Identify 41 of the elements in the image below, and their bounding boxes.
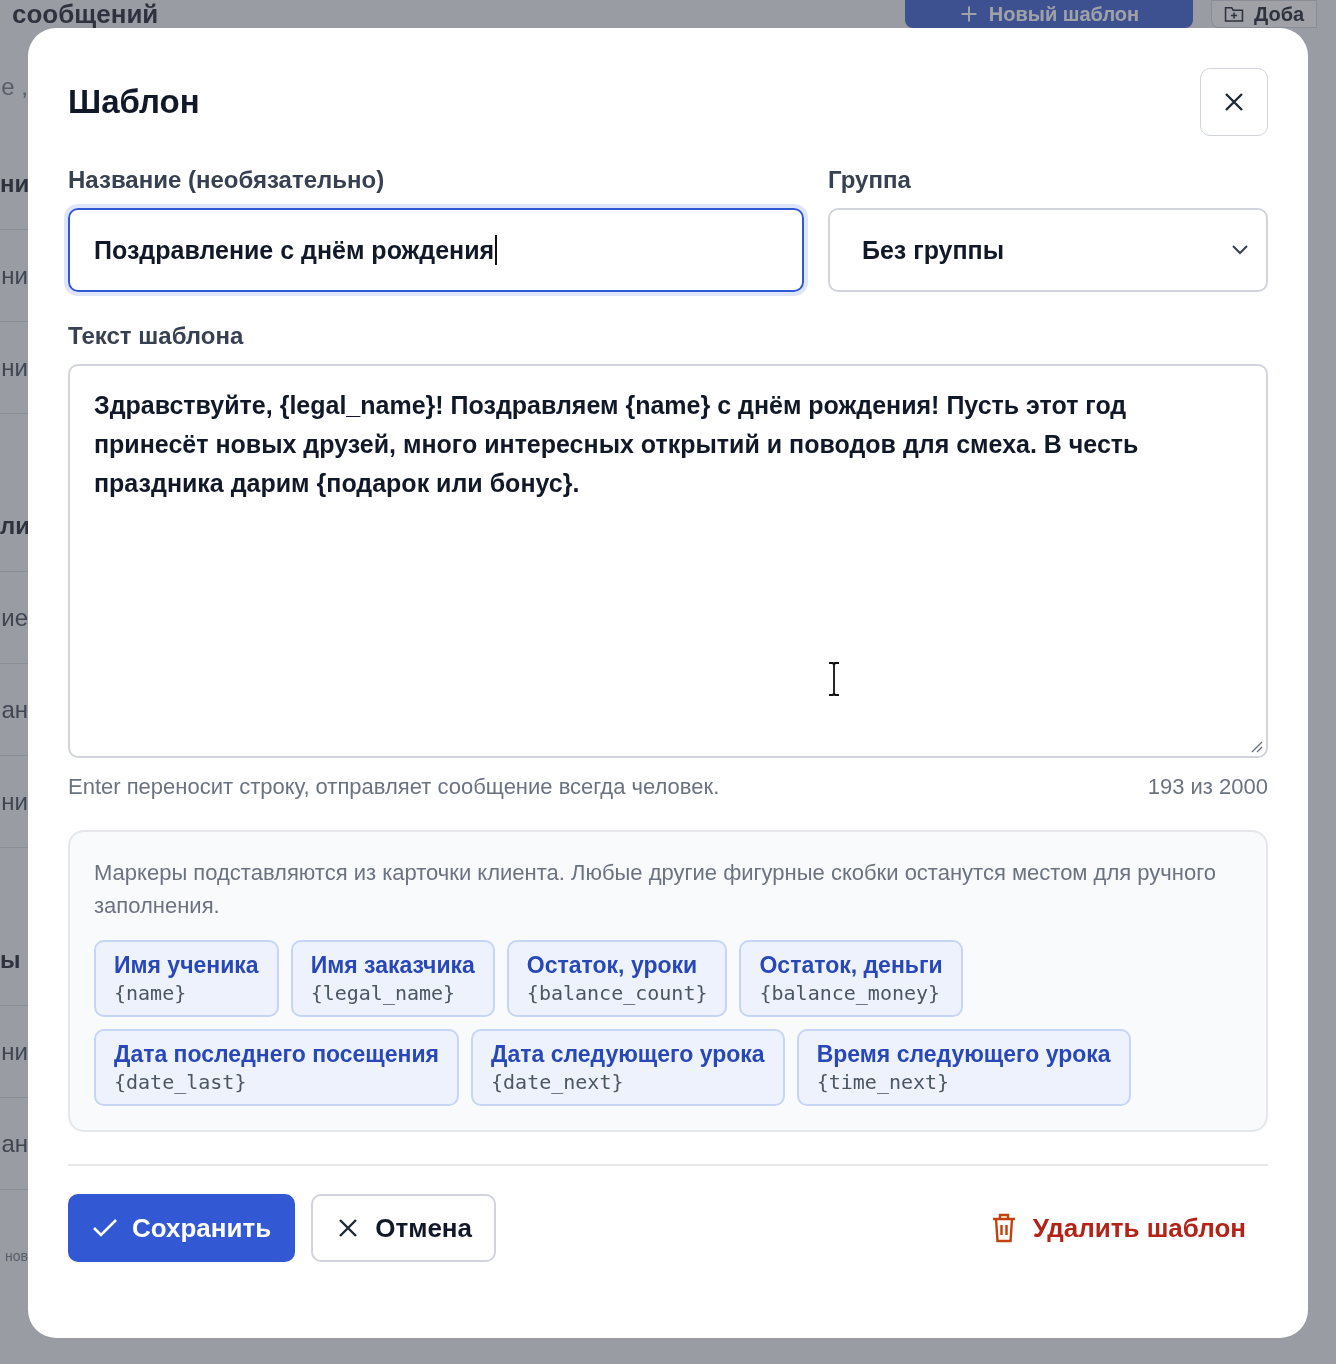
marker-chip[interactable]: Время следующего урока {time_next} bbox=[796, 1029, 1131, 1106]
list-text: е , bbox=[1, 73, 28, 101]
list-text: ни bbox=[1, 261, 28, 290]
close-button[interactable] bbox=[1200, 68, 1268, 136]
character-counter: 193 из 2000 bbox=[1147, 774, 1268, 800]
marker-chip[interactable]: Остаток, деньги {balance_money} bbox=[739, 940, 963, 1017]
list-text: ы bbox=[0, 945, 21, 974]
field-label: Название (необязательно) bbox=[68, 166, 386, 194]
save-button[interactable]: Сохранить bbox=[68, 1194, 296, 1262]
text-cursor-icon bbox=[827, 662, 841, 696]
marker-chip[interactable]: Дата следующего урока {date_next} bbox=[471, 1029, 785, 1106]
marker-chip[interactable]: Остаток, уроки {balance_count} bbox=[506, 940, 728, 1017]
list-text: ни bbox=[1, 1037, 28, 1066]
add-button[interactable]: Доба bbox=[1211, 0, 1318, 28]
list-text: ан bbox=[1, 1129, 28, 1158]
field-label: Текст шаблона bbox=[68, 322, 245, 350]
template-text-area[interactable]: Здравствуйте, {legal_name}! Поздравляем {name} с днём рождения! Пусть этот год принесёт новых друзей, много интересных открытий и поводов для смеха. В честь праздника дарим {подарок или бонус}. bbox=[68, 364, 1268, 758]
page-title: сообщений bbox=[12, 0, 160, 28]
marker-chip[interactable]: Дата последнего посещения {date_last} bbox=[94, 1029, 460, 1106]
delete-template-button[interactable]: Удалить шаблон bbox=[968, 1194, 1268, 1262]
resize-handle-icon[interactable] bbox=[1249, 739, 1263, 753]
list-text: ан bbox=[1, 695, 28, 724]
marker-chip[interactable]: Имя заказчика {legal_name} bbox=[290, 940, 495, 1017]
markers-description: Маркеры подставляются из карточки клиента. Любые другие фигурные скобки останутся местом для ручного заполнения. bbox=[94, 859, 1217, 920]
folder-plus-icon bbox=[1224, 4, 1244, 24]
trash-icon bbox=[990, 1213, 1017, 1243]
list-text: ие bbox=[1, 603, 28, 632]
checkmark-icon bbox=[92, 1218, 118, 1238]
list-text: ли bbox=[0, 511, 30, 540]
list-text: ни bbox=[1, 353, 28, 382]
dialog-title: Шаблон bbox=[68, 83, 200, 121]
marker-chip[interactable]: Имя ученика {name} bbox=[94, 940, 279, 1017]
list-text: нов bbox=[5, 1247, 28, 1264]
list-text: ни bbox=[1, 787, 28, 816]
chevron-down-icon bbox=[1230, 244, 1250, 256]
group-dropdown[interactable]: Без группы bbox=[828, 208, 1268, 292]
close-icon bbox=[337, 1217, 360, 1239]
list-text: ни bbox=[0, 169, 30, 198]
field-label: Группа bbox=[828, 166, 912, 194]
hint-text: Enter переносит строку, отправляет сообщение всегда человек. bbox=[68, 774, 720, 800]
cancel-button[interactable]: Отмена bbox=[311, 1194, 497, 1262]
